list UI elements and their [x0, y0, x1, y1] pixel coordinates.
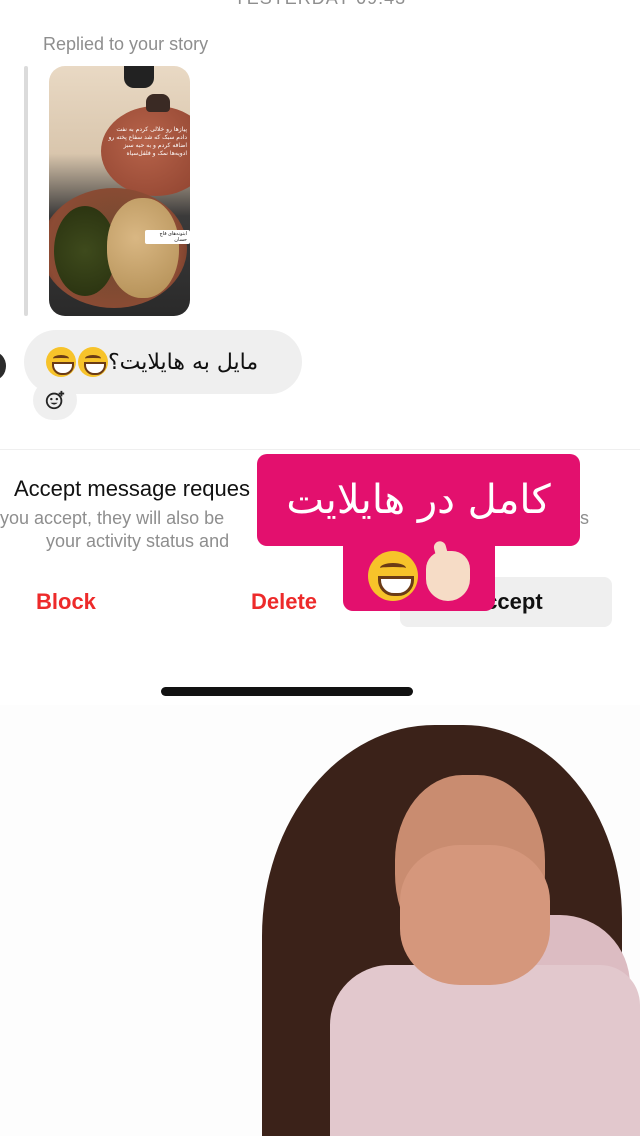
- story-image-detail: [146, 94, 170, 112]
- reply-indicator-bar: [24, 66, 28, 316]
- story-image-detail: [124, 66, 154, 88]
- smiley-plus-icon: [45, 390, 65, 410]
- delete-button[interactable]: Delete: [251, 589, 317, 615]
- block-button[interactable]: Block: [36, 589, 96, 615]
- sender-avatar[interactable]: [0, 352, 6, 380]
- reaction-gif-overlay: [0, 705, 640, 1136]
- grinning-face-emoji-icon: [78, 347, 108, 377]
- gif-figure-hands: [400, 845, 550, 985]
- divider: [0, 449, 640, 450]
- story-tag: ابتونه‌های قاچ حسان: [145, 230, 190, 244]
- message-text: مایل به هایلایت؟: [108, 349, 259, 375]
- crossed-fingers-emoji-icon: [426, 550, 470, 601]
- timestamp: YESTERDAY 09:43: [0, 0, 640, 9]
- accept-request-body-line: your activity status and: [46, 531, 230, 551]
- add-reaction-icon[interactable]: [33, 380, 77, 420]
- text-sticker: کامل در هایلایت: [257, 454, 580, 546]
- emoji-sticker: [343, 540, 495, 611]
- story-image-detail: [107, 198, 179, 298]
- grinning-face-emoji-icon: [46, 347, 76, 377]
- accept-request-title: Accept message reques: [14, 476, 251, 501]
- story-caption: پیازها رو خلالی کردم به نفت دادم سبک که …: [108, 126, 187, 157]
- gif-figure-sweater: [330, 965, 640, 1136]
- accept-request-body-line: you accept, they will also be: [0, 508, 225, 528]
- replied-to-story-label: Replied to your story: [43, 34, 209, 54]
- grinning-face-emoji-icon: [368, 550, 418, 601]
- sticker-text: کامل در هایلایت: [286, 477, 551, 523]
- story-thumbnail[interactable]: پیازها رو خلالی کردم به نفت دادم سبک که …: [49, 66, 190, 316]
- accept-request-body-fragment: s: [580, 508, 589, 528]
- home-indicator: [161, 687, 413, 696]
